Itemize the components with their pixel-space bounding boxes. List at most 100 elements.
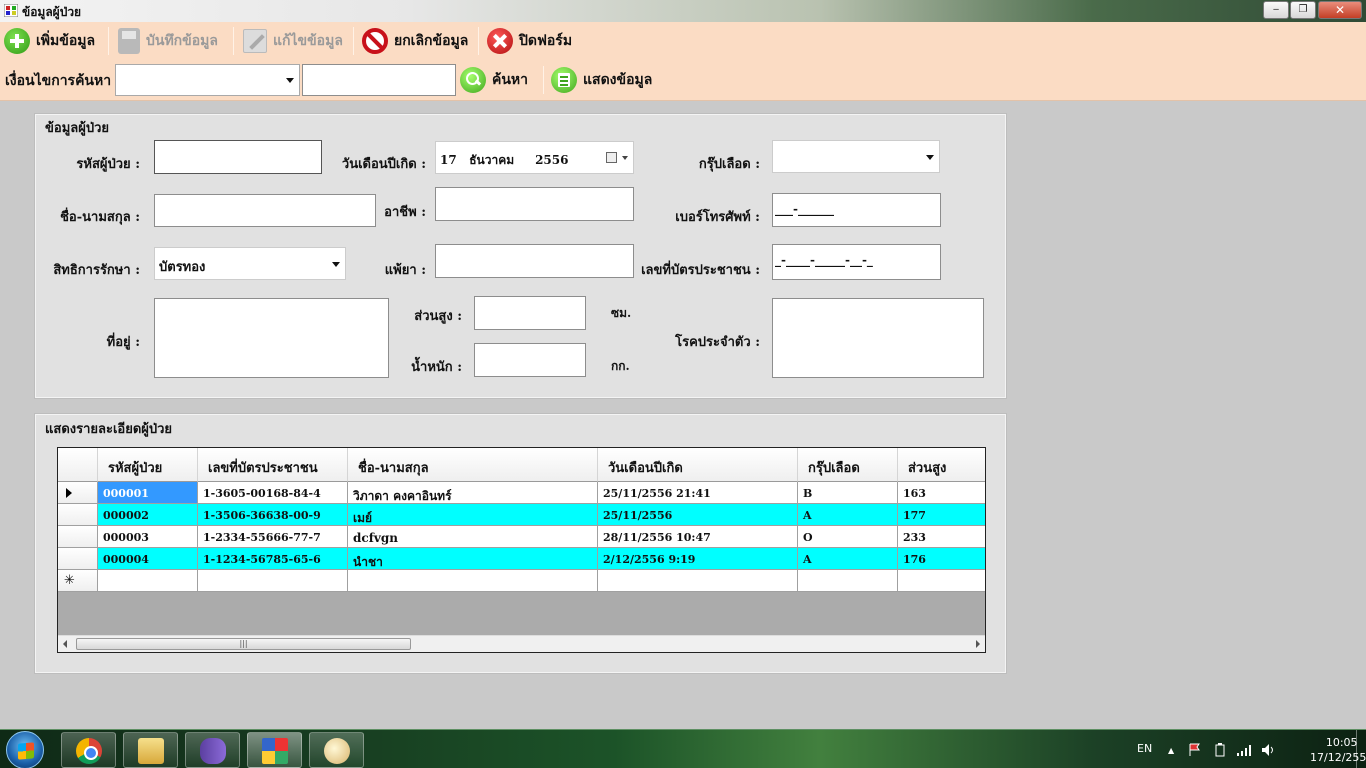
table-cell[interactable]: 000001: [98, 482, 198, 504]
table-cell[interactable]: วิภาดา คงคาอินทร์: [348, 482, 598, 504]
row-header[interactable]: [58, 482, 98, 504]
name-input[interactable]: [154, 194, 376, 227]
treatment-rights-dropdown[interactable]: บัตรทอง: [154, 247, 346, 280]
language-indicator[interactable]: EN: [1137, 742, 1152, 755]
row-header[interactable]: [58, 526, 98, 548]
show-hidden-icons-arrow[interactable]: ▲: [1168, 746, 1174, 755]
search-condition-dropdown[interactable]: [115, 64, 300, 96]
table-cell[interactable]: 163: [898, 482, 985, 504]
minimize-button[interactable]: ‒: [1263, 1, 1289, 19]
close-form-button[interactable]: ปิดฟอร์ม: [487, 25, 572, 57]
taskbar-app-paint[interactable]: [309, 732, 364, 768]
table-cell[interactable]: [198, 570, 348, 592]
toolbar-separator: [108, 27, 109, 55]
action-center-flag-icon[interactable]: [1188, 743, 1202, 757]
maximize-button[interactable]: ❐: [1290, 1, 1316, 19]
table-cell[interactable]: 000003: [98, 526, 198, 548]
cancel-button[interactable]: ยกเลิกข้อมูล: [362, 25, 468, 57]
close-window-button[interactable]: ✕: [1318, 1, 1362, 19]
table-cell[interactable]: O: [798, 526, 898, 548]
search-input[interactable]: [302, 64, 456, 96]
occupation-label: อาชีพ :: [384, 205, 426, 220]
save-button[interactable]: บันทึกข้อมูล: [118, 25, 218, 57]
table-cell[interactable]: [98, 570, 198, 592]
table-cell[interactable]: [598, 570, 798, 592]
column-header[interactable]: ชื่อ-นามสกุล: [348, 448, 598, 482]
current-row-pointer-icon: [66, 488, 72, 498]
volume-icon[interactable]: [1261, 743, 1277, 757]
birthdate-picker[interactable]: 17 ธันวาคม 2556: [435, 141, 634, 174]
power-icon[interactable]: [1213, 742, 1227, 758]
scroll-right-icon[interactable]: [976, 640, 980, 648]
table-cell[interactable]: 2/12/2556 9:19: [598, 548, 798, 570]
cancel-label: ยกเลิกข้อมูล: [394, 33, 469, 49]
address-label: ที่อยู่ :: [106, 335, 140, 350]
search-condition-label: เงื่อนไขการค้นหา: [5, 73, 112, 89]
table-cell[interactable]: นำชา: [348, 548, 598, 570]
table-cell[interactable]: B: [798, 482, 898, 504]
new-row[interactable]: ✳: [58, 570, 985, 592]
phone-input[interactable]: ___-______: [772, 193, 941, 227]
taskbar-app-explorer[interactable]: [123, 732, 178, 768]
table-row[interactable]: 000004 1-1234-56785-65-6 นำชา 2/12/2556 …: [58, 548, 985, 570]
table-cell[interactable]: 25/11/2556: [598, 504, 798, 526]
table-cell[interactable]: A: [798, 504, 898, 526]
edit-button[interactable]: แก้ไขข้อมูล: [243, 25, 343, 57]
table-row[interactable]: 000003 1-2334-55666-77-7 dcfvgn 28/11/25…: [58, 526, 985, 548]
horizontal-scrollbar[interactable]: |||: [58, 635, 985, 652]
height-label: ส่วนสูง :: [414, 309, 462, 324]
chevron-down-icon: [926, 154, 934, 160]
taskbar-app-chrome[interactable]: [61, 732, 116, 768]
network-icon[interactable]: [1236, 743, 1252, 757]
taskbar-app-visual-studio[interactable]: [185, 732, 240, 768]
table-cell[interactable]: 28/11/2556 10:47: [598, 526, 798, 548]
column-header[interactable]: ส่วนสูง: [898, 448, 985, 482]
search-button[interactable]: ค้นหา: [460, 64, 528, 96]
citizen-id-input[interactable]: _-____-_____-__-_: [772, 244, 941, 280]
table-cell[interactable]: A: [798, 548, 898, 570]
column-header[interactable]: วันเดือนปีเกิด: [598, 448, 798, 482]
table-cell[interactable]: 176: [898, 548, 985, 570]
column-header[interactable]: รหัสผู้ป่วย: [98, 448, 198, 482]
table-cell[interactable]: [798, 570, 898, 592]
table-cell[interactable]: 233: [898, 526, 985, 548]
occupation-input[interactable]: [435, 187, 634, 221]
table-cell[interactable]: 1-3605-00168-84-4: [198, 482, 348, 504]
row-header[interactable]: ✳: [58, 570, 98, 592]
add-button[interactable]: เพิ่มข้อมูล: [4, 25, 95, 57]
show-data-button[interactable]: แสดงข้อมูล: [551, 64, 652, 96]
patient-id-input[interactable]: [154, 140, 322, 174]
drug-allergy-input[interactable]: [435, 244, 634, 278]
column-header[interactable]: เลขที่บัตรประชาชน: [198, 448, 348, 482]
weight-input[interactable]: [474, 343, 586, 377]
blood-group-dropdown[interactable]: [772, 140, 940, 173]
table-cell[interactable]: 000004: [98, 548, 198, 570]
table-row[interactable]: 000002 1-3506-36638-00-9 เมย์ 25/11/2556…: [58, 504, 985, 526]
table-cell[interactable]: เมย์: [348, 504, 598, 526]
table-cell[interactable]: 177: [898, 504, 985, 526]
table-cell[interactable]: 000002: [98, 504, 198, 526]
table-row[interactable]: 000001 1-3605-00168-84-4 วิภาดา คงคาอินท…: [58, 482, 985, 504]
show-desktop-button[interactable]: [1356, 730, 1366, 768]
patient-data-grid[interactable]: รหัสผู้ป่วย เลขที่บัตรประชาชน ชื่อ-นามสก…: [57, 447, 986, 653]
scroll-left-icon[interactable]: [63, 640, 67, 648]
row-header[interactable]: [58, 504, 98, 526]
calendar-icon[interactable]: [606, 152, 617, 163]
start-button[interactable]: [6, 731, 44, 768]
address-textarea[interactable]: [154, 298, 389, 378]
table-cell[interactable]: dcfvgn: [348, 526, 598, 548]
column-header[interactable]: กรุ๊ปเลือด: [798, 448, 898, 482]
table-cell[interactable]: 1-2334-55666-77-7: [198, 526, 348, 548]
table-cell[interactable]: [898, 570, 985, 592]
table-cell[interactable]: 1-3506-36638-00-9: [198, 504, 348, 526]
toolbar-separator: [543, 66, 544, 94]
scroll-thumb[interactable]: |||: [76, 638, 411, 650]
chronic-disease-textarea[interactable]: [772, 298, 984, 378]
table-cell[interactable]: [348, 570, 598, 592]
taskbar-app-form[interactable]: [247, 732, 302, 768]
table-cell[interactable]: 1-1234-56785-65-6: [198, 548, 348, 570]
row-header[interactable]: [58, 548, 98, 570]
height-input[interactable]: [474, 296, 586, 330]
add-label: เพิ่มข้อมูล: [36, 33, 96, 49]
table-cell[interactable]: 25/11/2556 21:41: [598, 482, 798, 504]
